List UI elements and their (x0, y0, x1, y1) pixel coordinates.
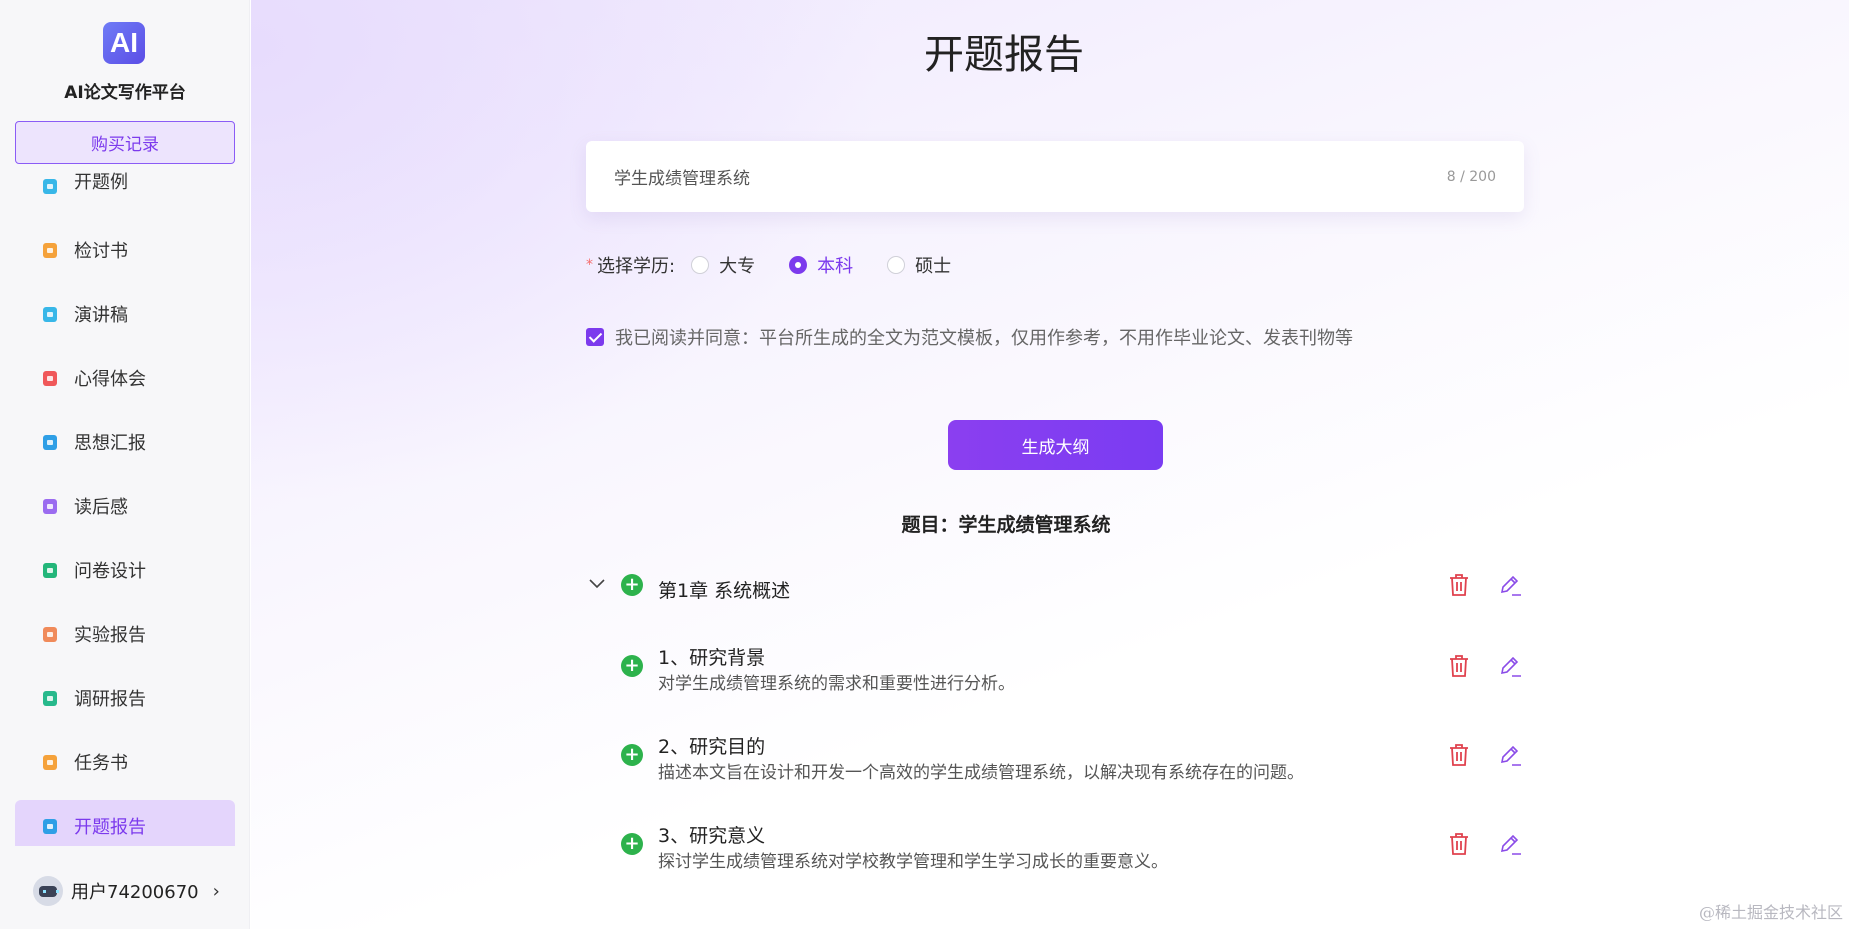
sidebar-item-label: 问卷设计 (74, 561, 146, 582)
edit-icon[interactable] (1498, 743, 1522, 767)
edit-document-icon (43, 818, 57, 834)
delete-icon[interactable] (1448, 654, 1470, 678)
radio-label: 大专 (719, 256, 756, 277)
add-icon[interactable]: + (621, 655, 643, 677)
sidebar-item-label: 演讲稿 (74, 305, 128, 326)
sidebar-item-label: 检讨书 (74, 241, 128, 262)
avatar (33, 876, 63, 906)
section-desc: 对学生成绩管理系统的需求和重要性进行分析。 (658, 674, 1015, 694)
edit-icon[interactable] (1498, 654, 1522, 678)
agreement-text: 我已阅读并同意：平台所生成的全文为范文模板，仅用作参考，不用作毕业论文、发表刊物… (615, 328, 1353, 349)
sidebar-item-label: 开题报告 (74, 817, 146, 838)
outline-section-row: + 2、研究目的 描述本文旨在设计和开发一个高效的学生成绩管理系统，以解决现有系… (586, 732, 1526, 792)
sidebar-item-lab-report[interactable]: 实验报告 (15, 608, 235, 660)
section-desc: 探讨学生成绩管理系统对学校教学管理和学生学习成长的重要意义。 (658, 852, 1168, 872)
sidebar-item-research-report[interactable]: 调研报告 (15, 672, 235, 724)
sidebar-nav: 开题例 检讨书 演讲稿 心得体会 思想汇报 读后感 问卷设计 实验报告 调研报告… (15, 170, 235, 846)
section-title: 3、研究意义 (658, 825, 766, 847)
sidebar: AI AI论文写作平台 购买记录 开题例 检讨书 演讲稿 心得体会 思想汇报 读… (0, 0, 250, 929)
book-icon (43, 498, 57, 514)
app-title: AI论文写作平台 (64, 83, 186, 103)
page-title: 开题报告 (924, 32, 1084, 78)
topic-input[interactable] (614, 166, 1447, 187)
user-menu[interactable]: 用户74200670 › (33, 875, 220, 907)
agreement-row[interactable]: 我已阅读并同意：平台所生成的全文为范文模板，仅用作参考，不用作毕业论文、发表刊物… (586, 325, 1353, 349)
radio-master[interactable]: 硕士 (887, 252, 951, 278)
delete-icon[interactable] (1448, 743, 1470, 767)
sidebar-item-book-review[interactable]: 读后感 (15, 480, 235, 532)
chart-icon (43, 690, 57, 706)
main-content: 开题报告 8 / 200 * 选择学历: 大专 本科 硕士 我已阅读并同意：平台… (251, 0, 1849, 929)
generate-outline-button[interactable]: 生成大纲 (948, 420, 1163, 470)
radio-circle[interactable] (691, 256, 710, 274)
chapter-title: 第1章 系统概述 (658, 580, 791, 602)
delete-icon[interactable] (1448, 573, 1470, 597)
radio-circle[interactable] (789, 256, 808, 274)
topic-input-box[interactable]: 8 / 200 (586, 141, 1524, 212)
section-desc: 描述本文旨在设计和开发一个高效的学生成绩管理系统，以解决现有系统存在的问题。 (658, 763, 1304, 783)
section-title: 2、研究目的 (658, 736, 766, 758)
chevron-right-icon: › (212, 880, 220, 902)
outline-chapter-row: + 第1章 系统概述 (586, 570, 1526, 630)
sidebar-item-label: 心得体会 (74, 369, 146, 390)
add-icon[interactable]: + (621, 833, 643, 855)
report-icon (43, 434, 57, 450)
presentation-icon (43, 306, 57, 322)
user-name: 用户74200670 (71, 882, 199, 903)
notebook-icon (43, 370, 57, 386)
sidebar-item-label: 任务书 (74, 753, 128, 774)
questionnaire-icon (43, 562, 57, 578)
education-selector: * 选择学历: 大专 本科 硕士 (586, 253, 985, 277)
sidebar-item-label: 实验报告 (74, 625, 146, 646)
edit-icon[interactable] (1498, 832, 1522, 856)
clipboard-icon (43, 242, 57, 258)
sidebar-item-thought-report[interactable]: 思想汇报 (15, 416, 235, 468)
sidebar-item-review-letter[interactable]: 检讨书 (15, 224, 235, 276)
chevron-down-icon[interactable] (589, 576, 605, 592)
outline-section-row: + 3、研究意义 探讨学生成绩管理系统对学校教学管理和学生学习成长的重要意义。 (586, 821, 1526, 881)
edit-icon[interactable] (1498, 573, 1522, 597)
sidebar-item-label: 读后感 (74, 497, 128, 518)
sidebar-item-proposal-report[interactable]: 开题报告 (15, 800, 235, 846)
radio-label: 硕士 (915, 256, 952, 277)
outline-section-row: + 1、研究背景 对学生成绩管理系统的需求和重要性进行分析。 (586, 643, 1526, 703)
sidebar-item-task-book[interactable]: 任务书 (15, 736, 235, 788)
task-icon (43, 754, 57, 770)
app-logo: AI (103, 22, 145, 64)
sidebar-item-questionnaire[interactable]: 问卷设计 (15, 544, 235, 596)
document-icon (43, 179, 57, 194)
radio-bachelor[interactable]: 本科 (789, 252, 853, 278)
section-title: 1、研究背景 (658, 647, 766, 669)
char-counter: 8 / 200 (1446, 168, 1496, 185)
delete-icon[interactable] (1448, 832, 1470, 856)
radio-associate[interactable]: 大专 (691, 252, 755, 278)
sidebar-item-label: 开题例 (74, 172, 128, 193)
subject-heading: 题目：学生成绩管理系统 (901, 514, 1111, 536)
sidebar-item-label: 思想汇报 (74, 433, 146, 454)
sidebar-item-label: 调研报告 (74, 689, 146, 710)
education-label: 选择学历: (597, 256, 676, 277)
sidebar-item-partial[interactable]: 开题例 (15, 170, 235, 194)
required-asterisk: * (586, 257, 593, 273)
purchase-records-button[interactable]: 购买记录 (15, 121, 235, 164)
radio-circle[interactable] (887, 256, 906, 274)
agreement-checkbox[interactable] (586, 328, 604, 346)
watermark: @稀土掘金技术社区 (1698, 903, 1843, 922)
lab-report-icon (43, 626, 57, 642)
sidebar-item-reflection[interactable]: 心得体会 (15, 352, 235, 404)
radio-label: 本科 (817, 256, 854, 277)
sidebar-item-speech[interactable]: 演讲稿 (15, 288, 235, 340)
add-icon[interactable]: + (621, 744, 643, 766)
